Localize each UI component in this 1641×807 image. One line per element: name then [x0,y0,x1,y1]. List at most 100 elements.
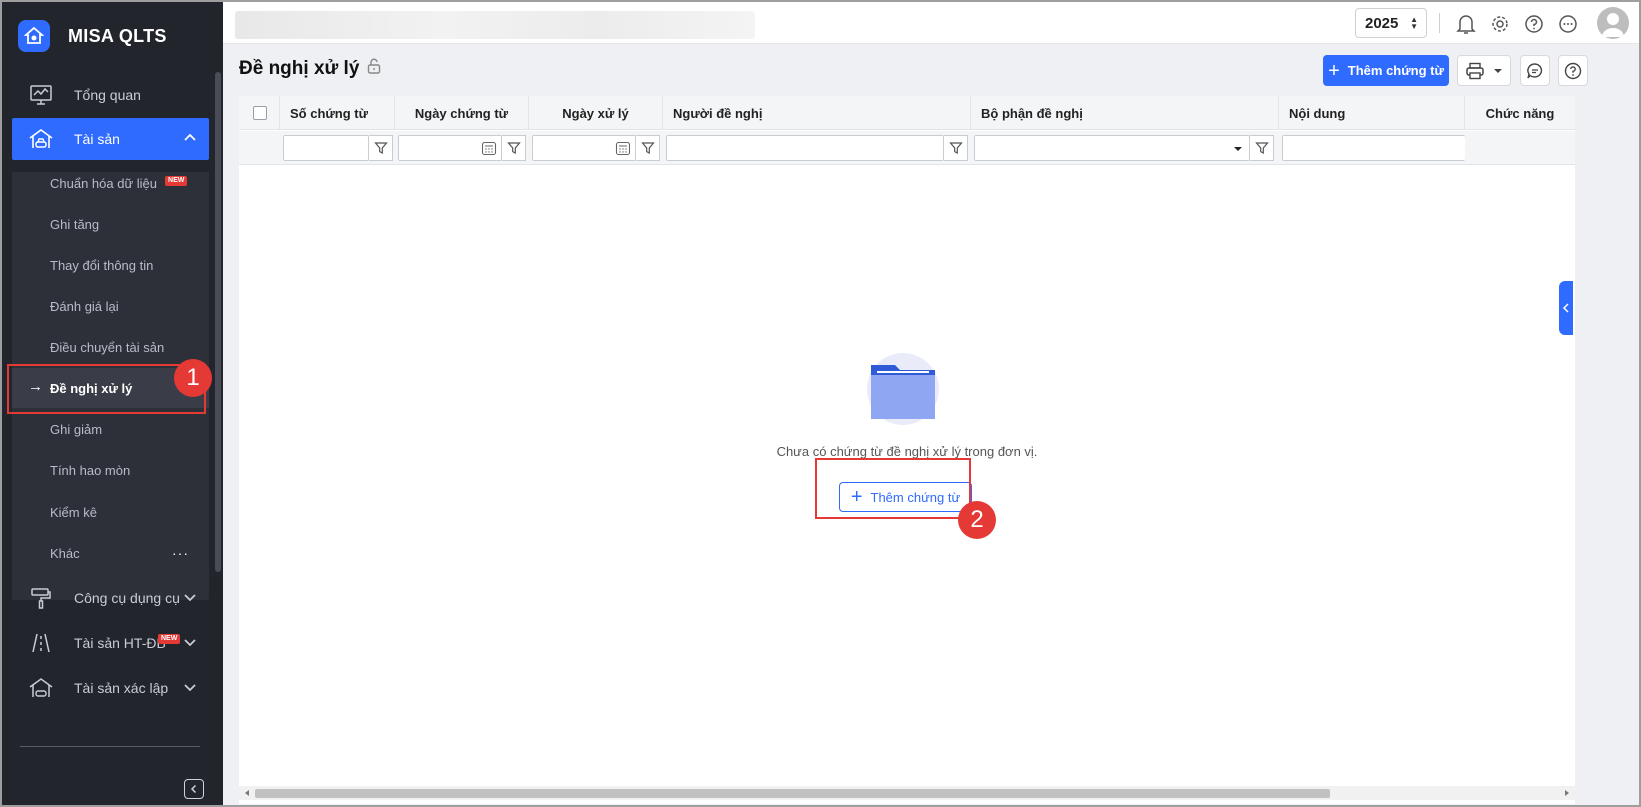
submenu-item-transfer[interactable]: Điều chuyển tài sản [12,327,209,367]
content-filter-input[interactable] [1282,135,1465,161]
blurred-breadcrumb [235,11,755,39]
sidebar-divider [20,746,200,747]
column-header[interactable]: Ngày chứng từ [395,96,529,130]
select-all-checkbox[interactable] [253,106,267,120]
voucher-date-filter-input[interactable] [398,135,502,161]
data-table: Số chứng từ Ngày chứng từ Ngày xử lý Ngư… [239,96,1575,804]
submenu-item-change-info[interactable]: Thay đổi thông tin [12,245,209,285]
sidebar-item-infrastructure[interactable]: Tài sản HT-ĐB NEW [12,622,209,664]
chevron-down-icon [183,680,197,697]
submenu-item-label: Thay đổi thông tin [50,257,154,273]
chevron-left-icon [190,784,197,794]
monitor-chart-icon [26,84,56,106]
help-icon [1564,62,1582,79]
select-all-cell [239,96,280,130]
unlock-icon[interactable] [367,58,381,80]
chevron-up-icon [183,131,197,148]
sidebar-item-label: Tổng quan [74,87,141,103]
road-icon [26,631,56,655]
page-title: Đề nghị xử lý [239,58,381,80]
column-header[interactable]: Bộ phận đề nghị [971,96,1279,130]
column-header[interactable]: Nội dung [1279,96,1465,130]
sidebar-item-established-assets[interactable]: Tài sản xác lập [12,667,209,709]
calendar-icon[interactable] [481,140,497,156]
sidebar-scrollbar[interactable] [215,72,221,572]
help-icon[interactable] [1523,13,1545,35]
paint-roller-icon [26,586,56,610]
scrollbar-thumb[interactable] [255,789,1330,798]
annotation-number-1: 1 [174,359,212,397]
sidebar-item-label: Tài sản HT-ĐB [74,635,166,651]
comment-icon [1527,62,1543,78]
column-header[interactable]: Số chứng từ [280,96,395,130]
sidebar-item-label: Tài sản [74,131,120,147]
submenu-item-data-normalization[interactable]: Chuẩn hóa dữ liệu NEW [12,163,209,203]
avatar[interactable] [1597,7,1629,39]
filter-icon[interactable] [502,135,526,161]
app-window: MISA QLTS Tổng quan Tài sản Chuẩn hóa dữ… [0,0,1641,807]
calendar-icon[interactable] [615,140,631,156]
voucher-number-filter-input[interactable] [283,135,369,161]
new-badge: NEW [165,176,188,186]
empty-folder-illustration [867,353,939,425]
submenu-item-decrease[interactable]: Ghi giảm [12,409,209,449]
building-car-icon [26,127,56,151]
caret-down-icon [1494,68,1502,73]
filter-icon[interactable] [369,135,393,161]
submenu-item-label: Tính hao mòn [50,462,131,478]
collapse-sidebar-button[interactable] [184,779,204,799]
plus-icon: + [1328,59,1340,82]
new-badge: NEW [158,634,181,644]
department-filter-select[interactable] [974,135,1250,161]
page-title-text: Đề nghị xử lý [239,58,360,79]
bell-icon[interactable] [1455,13,1477,35]
top-bar: 2025 ▲ ▼ [223,2,1639,44]
submenu-item-label: Đánh giá lại [50,298,119,314]
scroll-right-icon[interactable] [1563,789,1571,797]
comment-button[interactable] [1520,55,1550,86]
more-dots-icon[interactable]: ··· [172,545,189,561]
sidebar-item-assets[interactable]: Tài sản [12,118,209,160]
process-date-filter-input[interactable] [532,135,636,161]
submenu-item-label: Kiểm kê [50,504,97,520]
submenu-item-label: Điều chuyển tài sản [50,339,165,355]
submenu-item-revaluation[interactable]: Đánh giá lại [12,286,209,326]
printer-icon [1466,62,1484,79]
gear-icon[interactable] [1489,13,1511,35]
add-voucher-label: Thêm chứng từ [1347,63,1444,78]
filter-icon[interactable] [1250,135,1274,161]
filter-icon[interactable] [944,135,968,161]
add-voucher-button[interactable]: + Thêm chứng từ [1323,55,1449,86]
filter-row [239,131,1575,165]
sidebar-item-tools[interactable]: Công cụ dụng cụ [12,577,209,619]
submenu-item-other[interactable]: Khác ··· [12,533,209,573]
column-header[interactable]: Người đề nghị [663,96,971,130]
side-panel-toggle[interactable] [1559,281,1573,335]
column-header[interactable]: Ngày xử lý [529,96,663,130]
submenu-item-increase[interactable]: Ghi tăng [12,204,209,244]
horizontal-scrollbar[interactable] [239,786,1575,800]
requester-filter-input[interactable] [666,135,944,161]
submenu-item-depreciation[interactable]: Tính hao mòn [12,450,209,490]
chevron-down-icon [183,635,197,652]
submenu-item-inventory[interactable]: Kiểm kê [12,492,209,532]
submenu-item-label: Chuẩn hóa dữ liệu [50,175,158,191]
filter-icon[interactable] [636,135,660,161]
app-logo[interactable]: MISA QLTS [18,20,167,52]
sidebar-item-overview[interactable]: Tổng quan [12,74,209,116]
main-content: Đề nghị xử lý + Thêm chứng từ Số chứng t… [223,44,1639,805]
submenu-item-label: Khác [50,545,80,561]
year-selector[interactable]: 2025 ▲ ▼ [1355,8,1427,38]
help-button[interactable] [1558,55,1588,86]
spinner-arrows-icon[interactable]: ▲ ▼ [1410,16,1418,31]
empty-message: Chưa có chứng từ đề nghị xử lý trong đơn… [776,444,1038,459]
house-logo-icon [18,20,50,52]
annotation-box-2 [815,458,971,519]
year-value: 2025 [1365,14,1399,32]
print-button[interactable] [1457,55,1511,86]
scroll-left-icon[interactable] [243,789,251,797]
chevron-down-icon [183,590,197,607]
submenu-item-label: Ghi giảm [50,421,103,437]
column-header: Chức năng [1485,105,1555,121]
more-icon[interactable] [1557,13,1579,35]
